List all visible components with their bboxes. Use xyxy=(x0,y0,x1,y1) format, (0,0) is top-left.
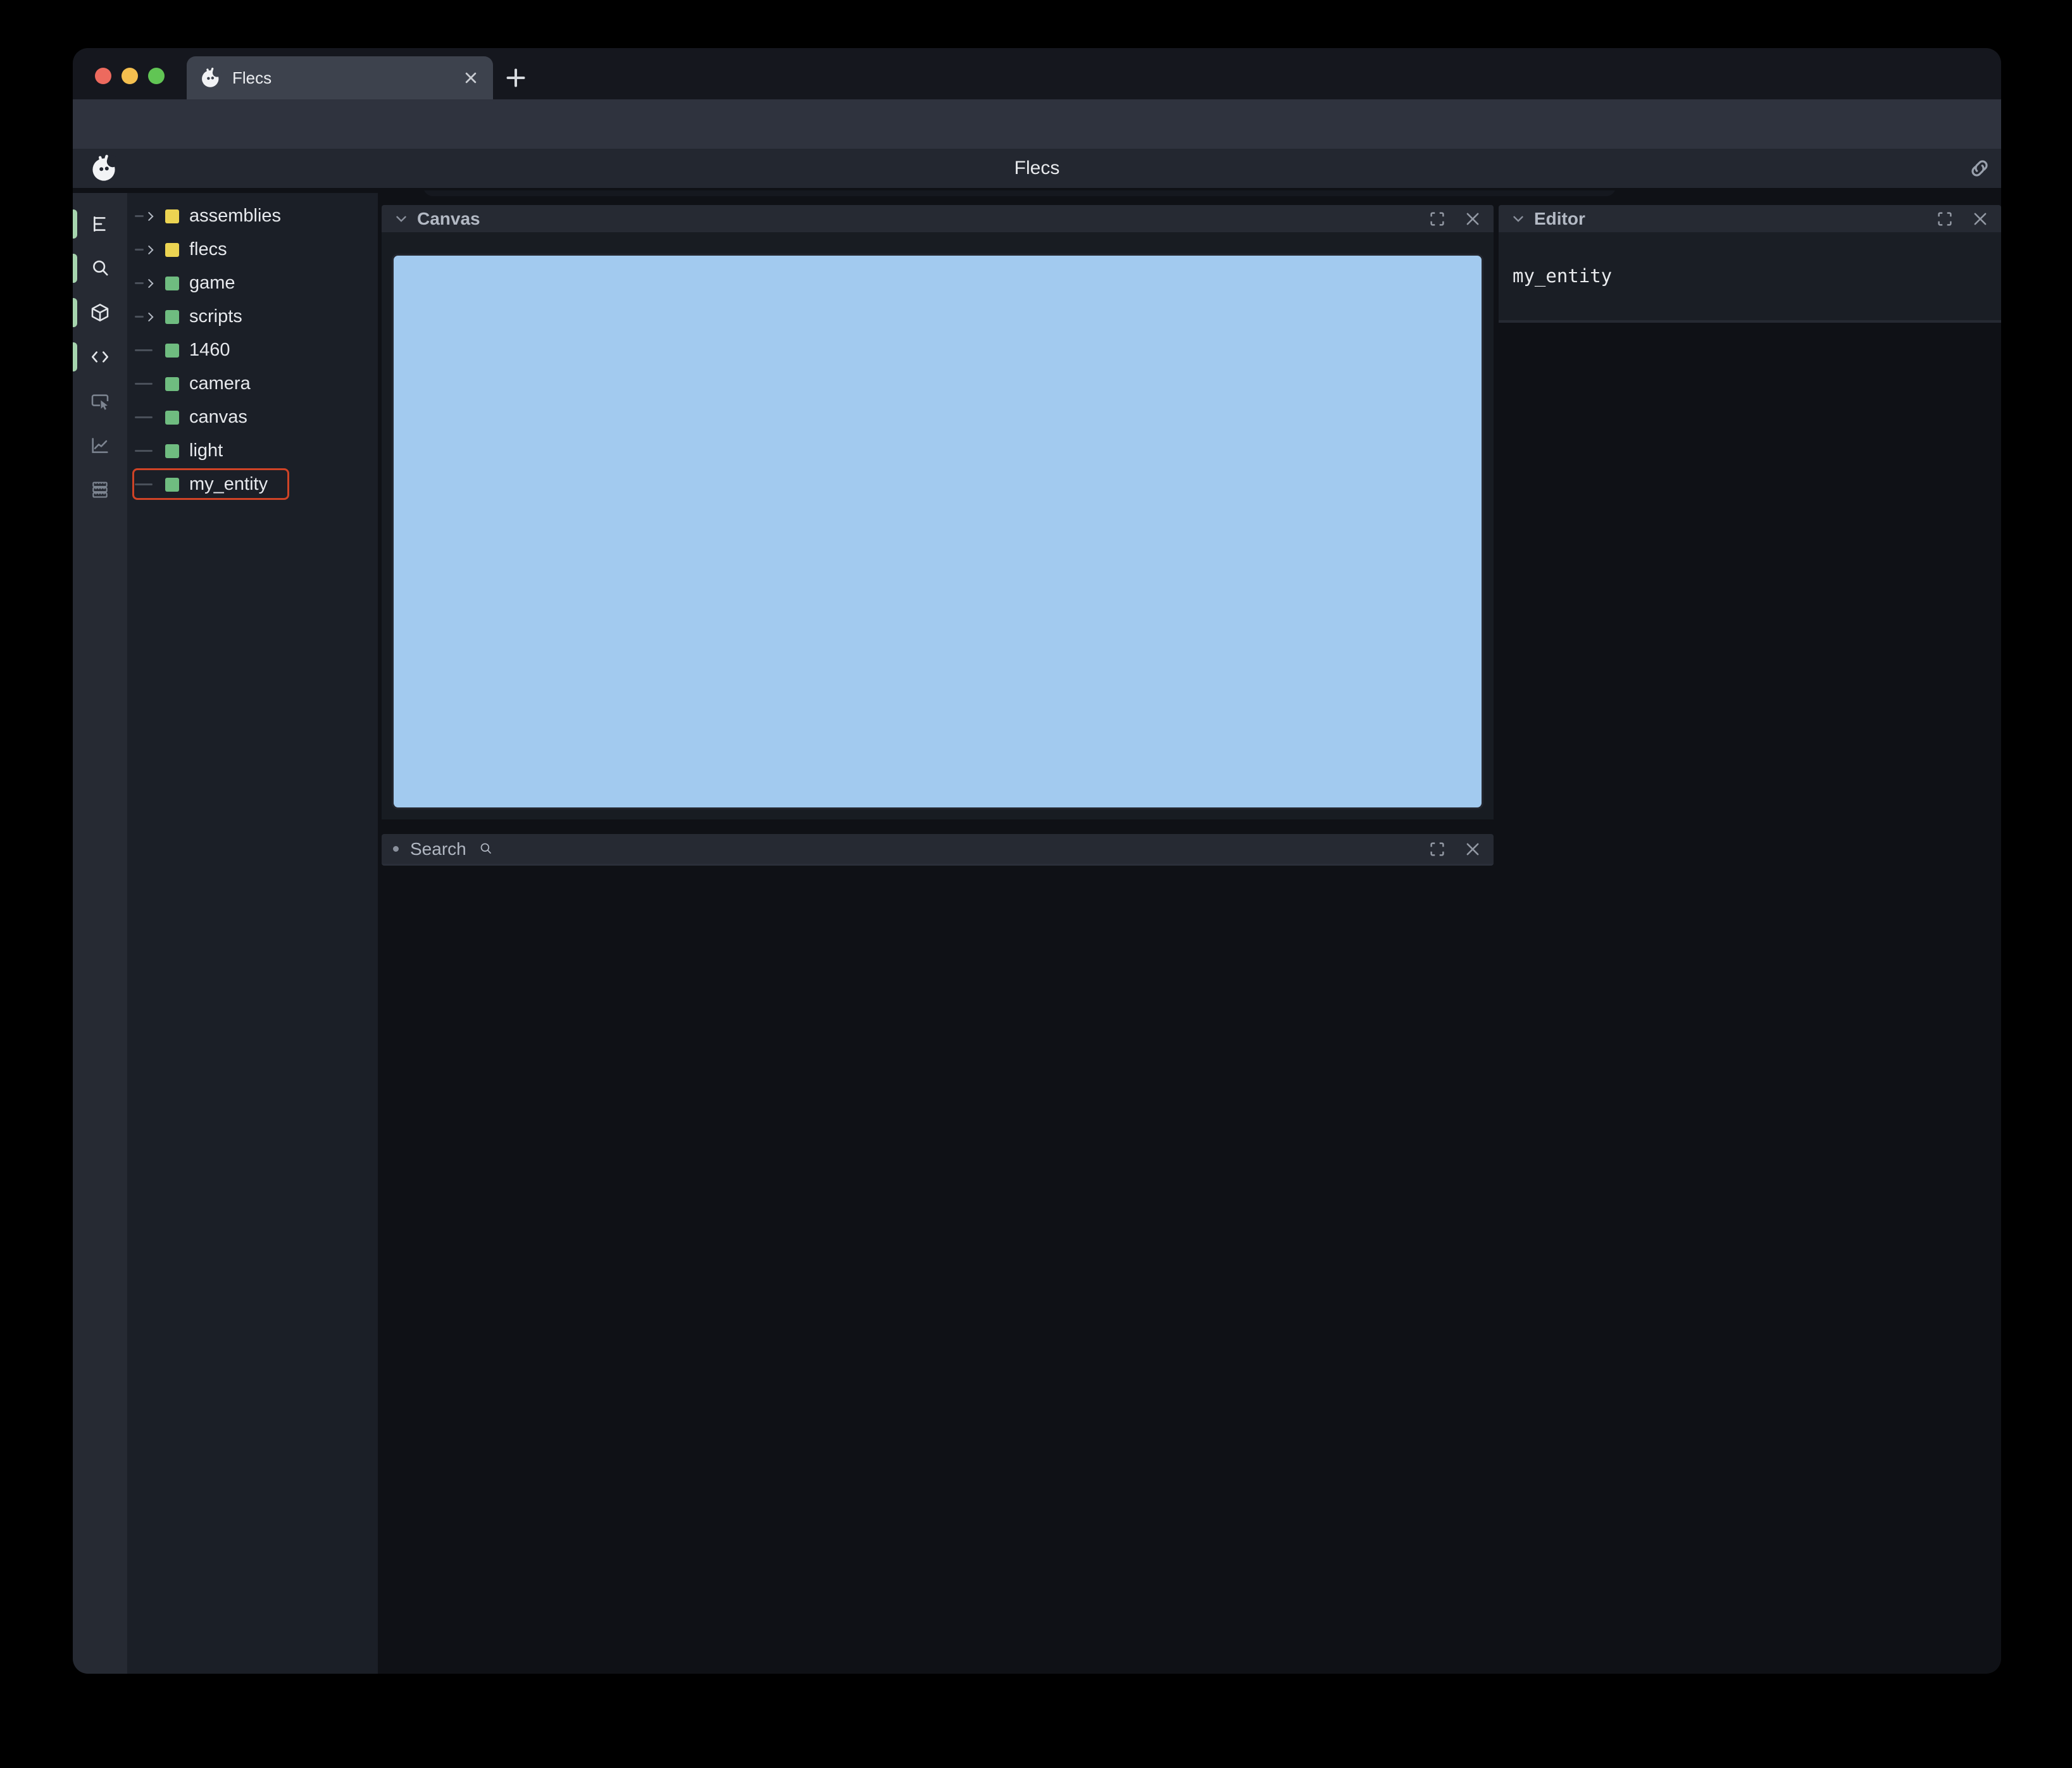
entity-swatch xyxy=(165,276,179,290)
fullscreen-icon[interactable] xyxy=(1428,209,1447,228)
module-swatch xyxy=(165,209,179,223)
flecs-favicon-icon xyxy=(199,66,222,89)
active-indicator xyxy=(73,298,77,327)
entity-swatch xyxy=(165,343,179,358)
tree-guide xyxy=(135,383,163,385)
search-icon xyxy=(93,260,108,276)
chevron-right-icon xyxy=(148,312,154,321)
new-tab-button[interactable] xyxy=(503,65,528,90)
canvas-panel-body xyxy=(382,232,1494,819)
tree-guide[interactable] xyxy=(135,310,163,324)
render-canvas[interactable] xyxy=(392,254,1483,809)
code-icon xyxy=(91,351,109,363)
tab-bar: Flecs xyxy=(73,48,2001,99)
tree-guide[interactable] xyxy=(135,277,163,290)
inspector-icon xyxy=(91,394,109,410)
browser-window: Flecs flecs.dev/explorer/?wasm=https://w… xyxy=(73,48,2001,1674)
editor-panel: Editor my_entity xyxy=(1499,205,2001,323)
tree-guide[interactable] xyxy=(135,209,163,223)
sidebar-item-code[interactable] xyxy=(73,335,127,379)
magnifier-icon xyxy=(480,843,491,854)
sidebar-item-inspector[interactable] xyxy=(73,379,127,423)
active-indicator xyxy=(73,342,77,371)
close-icon[interactable] xyxy=(1971,209,1990,228)
tree-item-label: assemblies xyxy=(189,206,282,226)
tree-item-label: flecs xyxy=(189,239,227,259)
sidebar-item-statistics[interactable] xyxy=(73,423,127,468)
tree-item-label: game xyxy=(189,273,235,293)
tree-item-1460[interactable]: 1460 xyxy=(127,333,378,367)
canvas-panel-header[interactable]: Canvas xyxy=(382,205,1494,232)
zoom-window-button[interactable] xyxy=(148,68,165,84)
active-indicator xyxy=(73,209,77,239)
app-header: Flecs xyxy=(73,149,2001,190)
canvas-panel: Canvas xyxy=(382,205,1494,819)
tree-guide xyxy=(135,450,163,452)
tree-guide[interactable] xyxy=(135,243,163,257)
sidebar-item-search[interactable] xyxy=(73,246,127,290)
app-content: assemblies flecs game scripts 1460 camer… xyxy=(73,193,2001,1674)
panel-title: Editor xyxy=(1534,208,1585,228)
tree-guide xyxy=(135,483,163,485)
entity-swatch xyxy=(165,309,179,324)
panel-title: Canvas xyxy=(417,208,480,228)
entity-tree: assemblies flecs game scripts 1460 camer… xyxy=(127,193,378,1674)
editor-content[interactable]: my_entity xyxy=(1499,232,2001,323)
navigation-toolbar: flecs.dev/explorer/?wasm=https://www.fle… xyxy=(73,99,2001,196)
chevron-right-icon xyxy=(148,278,154,288)
chevron-down-icon xyxy=(1513,216,1523,222)
tree-item-label: scripts xyxy=(189,306,242,327)
chevron-right-icon xyxy=(148,245,154,254)
tree-item-assemblies[interactable]: assemblies xyxy=(127,199,378,233)
tree-item-flecs[interactable]: flecs xyxy=(127,233,378,266)
panel-title: Search xyxy=(410,838,466,859)
chevron-down-icon xyxy=(396,216,406,222)
tab-title: Flecs xyxy=(232,68,272,87)
close-icon[interactable] xyxy=(1463,209,1482,228)
chart-icon xyxy=(92,438,108,453)
tree-item-camera[interactable]: camera xyxy=(127,367,378,401)
center-column: Canvas Search xyxy=(382,193,1494,1674)
editor-column: Editor my_entity xyxy=(1499,193,2001,1674)
tree-item-light[interactable]: light xyxy=(127,434,378,468)
module-swatch xyxy=(165,242,179,257)
sidebar-item-tables[interactable] xyxy=(73,468,127,512)
cube-icon xyxy=(91,304,109,321)
search-panel-header[interactable]: Search xyxy=(382,834,1494,866)
tables-icon xyxy=(92,482,108,498)
tree-item-game[interactable]: game xyxy=(127,266,378,300)
entity-swatch xyxy=(165,477,179,492)
active-indicator xyxy=(73,254,77,283)
sidebar-item-hierarchy[interactable] xyxy=(73,202,127,246)
fullscreen-icon[interactable] xyxy=(1935,209,1954,228)
tree-item-label: camera xyxy=(189,373,251,394)
tool-sidebar xyxy=(73,193,127,1674)
tree-guide xyxy=(135,349,163,351)
entity-swatch xyxy=(165,410,179,425)
tree-item-label: my_entity xyxy=(189,474,268,494)
tree-item-scripts[interactable]: scripts xyxy=(127,300,378,333)
page-title: Flecs xyxy=(1014,158,1060,178)
editor-text[interactable]: my_entity xyxy=(1513,265,1612,287)
close-icon[interactable] xyxy=(1463,840,1482,859)
entity-swatch xyxy=(165,444,179,458)
tree-item-my-entity[interactable]: my_entity xyxy=(127,468,378,501)
close-tab-icon[interactable] xyxy=(461,68,480,87)
collapsed-dot-icon xyxy=(393,846,399,852)
editor-panel-header[interactable]: Editor xyxy=(1499,205,2001,232)
chevron-right-icon xyxy=(148,211,154,221)
fullscreen-icon[interactable] xyxy=(1428,840,1447,859)
close-window-button[interactable] xyxy=(95,68,111,84)
hierarchy-icon xyxy=(94,216,106,232)
sidebar-item-entities[interactable] xyxy=(73,290,127,335)
tree-item-label: 1460 xyxy=(189,340,230,360)
tree-item-label: canvas xyxy=(189,407,247,427)
tree-guide xyxy=(135,416,163,418)
browser-tab[interactable]: Flecs xyxy=(187,56,493,99)
link-icon[interactable] xyxy=(1968,157,1991,180)
tree-item-canvas[interactable]: canvas xyxy=(127,401,378,434)
entity-swatch xyxy=(165,377,179,391)
minimize-window-button[interactable] xyxy=(122,68,138,84)
tree-item-label: light xyxy=(189,440,223,461)
